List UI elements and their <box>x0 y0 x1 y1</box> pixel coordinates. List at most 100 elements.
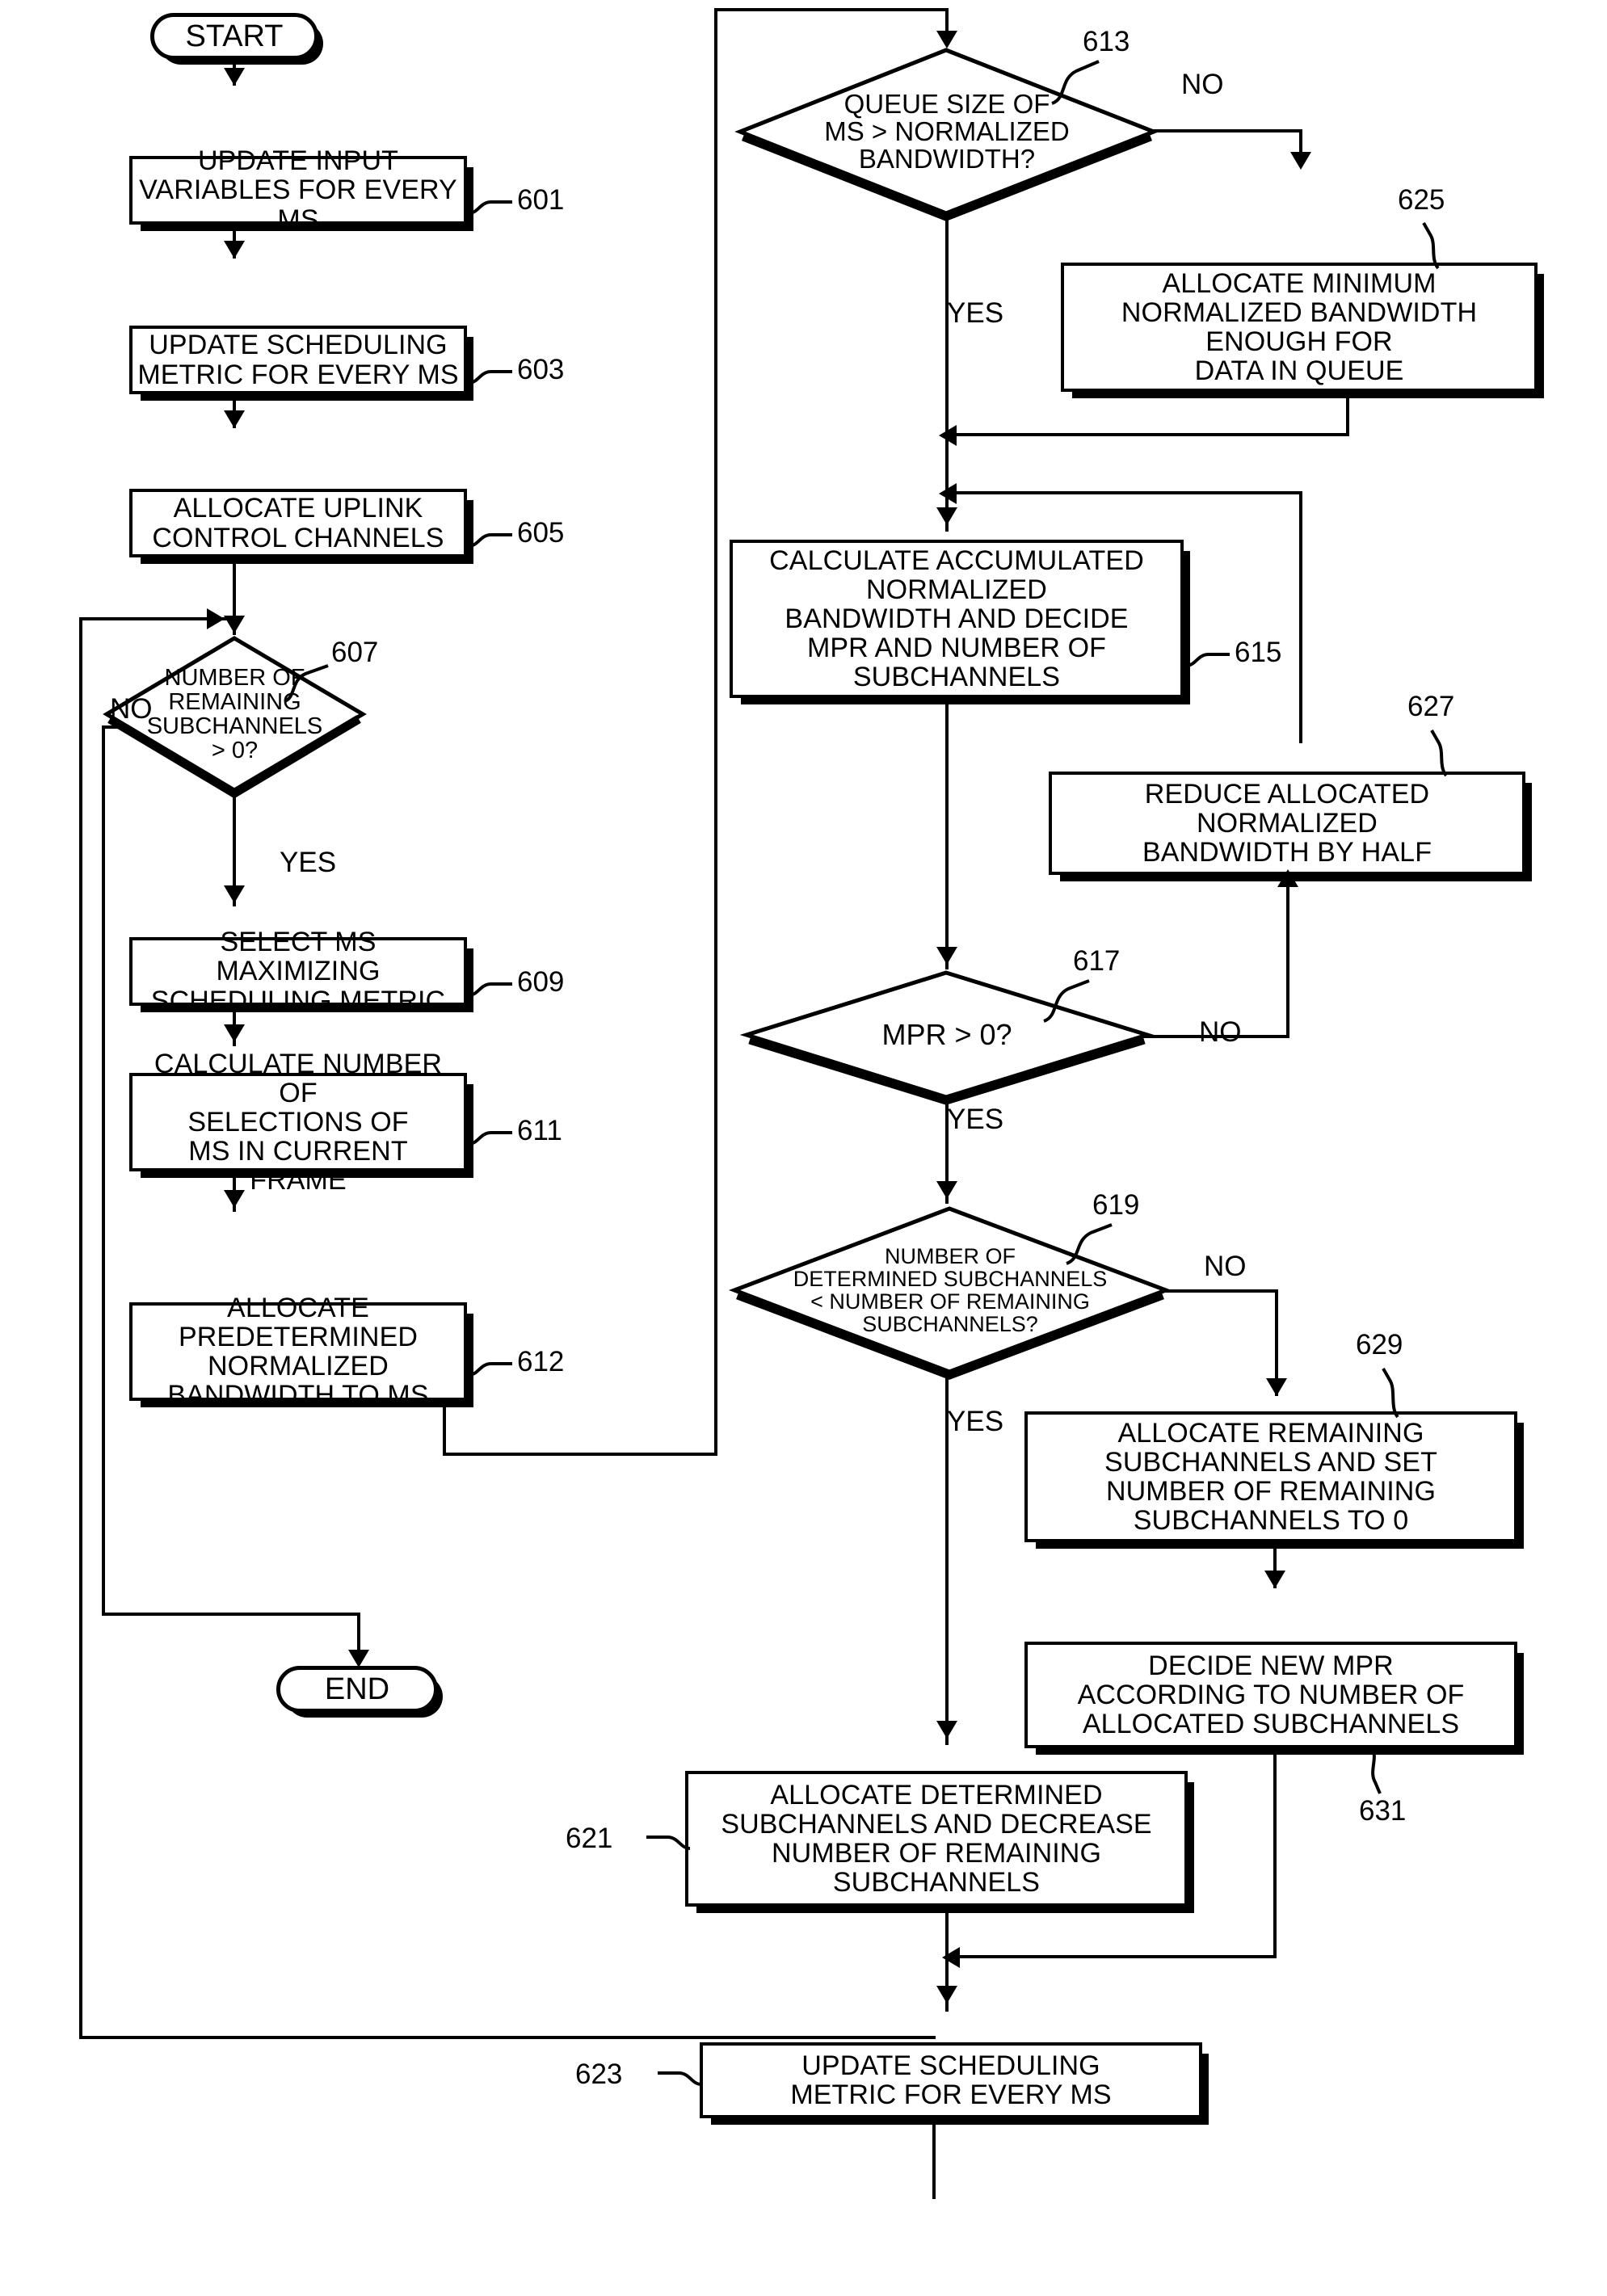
loop-return-vertical-left <box>79 617 82 2039</box>
branch-label-619-yes: YES <box>947 1406 1004 1437</box>
ref-611: 611 <box>517 1115 562 1146</box>
leader-613 <box>1050 58 1118 111</box>
node-629: ALLOCATE REMAINING SUBCHANNELS AND SET N… <box>1024 1411 1517 1542</box>
ref-621: 621 <box>566 1823 613 1854</box>
leader-625 <box>1406 220 1464 274</box>
arrowhead-621-623 <box>936 1986 957 2004</box>
node-start-label: START <box>185 19 284 53</box>
leader-607 <box>283 662 347 709</box>
node-615-label: CALCULATE ACCUMULATED NORMALIZED BANDWID… <box>769 545 1144 693</box>
node-627: REDUCE ALLOCATED NORMALIZED BANDWIDTH BY… <box>1049 772 1525 875</box>
edge-623-loop-v <box>932 2118 936 2199</box>
ref-615: 615 <box>1235 637 1282 668</box>
ref-609: 609 <box>517 966 565 998</box>
ref-627: 627 <box>1407 691 1455 722</box>
node-612-label: ALLOCATE PREDETERMINED NORMALIZED BANDWI… <box>167 1292 429 1411</box>
node-629-label: ALLOCATE REMAINING SUBCHANNELS AND SET N… <box>1104 1417 1437 1537</box>
node-627-label: REDUCE ALLOCATED NORMALIZED BANDWIDTH BY… <box>1142 778 1432 868</box>
ref-601: 601 <box>517 184 565 216</box>
flowchart-canvas: START UPDATE INPUT VARIABLES FOR EVERY M… <box>0 0 1607 2296</box>
node-615: CALCULATE ACCUMULATED NORMALIZED BANDWID… <box>730 540 1184 698</box>
branch-label-613-yes: YES <box>947 297 1004 329</box>
arrowhead-615-617 <box>936 947 957 965</box>
arrowhead-613-615 <box>936 507 957 525</box>
edge-625-join-h <box>947 433 1349 436</box>
arrowhead-619-629 <box>1266 1378 1287 1396</box>
branch-label-617-no: NO <box>1199 1016 1242 1048</box>
node-625-label: ALLOCATE MINIMUM NORMALIZED BANDWIDTH EN… <box>1121 267 1478 387</box>
branch-label-617-yes: YES <box>947 1104 1004 1135</box>
arrowhead-627-join <box>939 483 957 504</box>
edge-607-no-h2 <box>102 1613 360 1616</box>
edge-607-no-h <box>102 725 129 729</box>
branch-label-619-no: NO <box>1204 1251 1247 1282</box>
node-631: DECIDE NEW MPR ACCORDING TO NUMBER OF AL… <box>1024 1642 1517 1748</box>
edge-612-613-top <box>714 8 949 11</box>
leader-603 <box>467 364 524 392</box>
node-612: ALLOCATE PREDETERMINED NORMALIZED BANDWI… <box>129 1293 467 1410</box>
ref-613: 613 <box>1083 26 1130 57</box>
leader-631 <box>1351 1747 1409 1801</box>
node-609: SELECT MS MAXIMIZING SCHEDULING METRIC <box>129 927 467 1016</box>
leader-617 <box>1042 978 1107 1028</box>
arrowhead-607-end <box>348 1650 369 1667</box>
arrowhead-601-603 <box>224 241 245 259</box>
arrowhead-611-612 <box>224 1190 245 1208</box>
edge-612-613-v1 <box>443 1406 446 1456</box>
node-603-label: UPDATE SCHEDULING METRIC FOR EVERY MS <box>137 330 459 390</box>
ref-631: 631 <box>1359 1795 1407 1827</box>
node-611: CALCULATE NUMBER OF SELECTIONS OF MS IN … <box>129 1049 467 1195</box>
leader-609 <box>467 976 524 1004</box>
node-605: ALLOCATE UPLINK CONTROL CHANNELS <box>129 489 467 557</box>
node-631-label: DECIDE NEW MPR ACCORDING TO NUMBER OF AL… <box>1077 1650 1465 1740</box>
ref-625: 625 <box>1398 184 1445 216</box>
branch-label-613-no: NO <box>1181 69 1224 100</box>
leader-619 <box>1065 1222 1130 1271</box>
ref-607: 607 <box>331 637 379 668</box>
arrowhead-603-605 <box>224 410 245 428</box>
leader-612 <box>467 1356 524 1384</box>
node-623: UPDATE SCHEDULING METRIC FOR EVERY MS <box>700 2042 1202 2118</box>
leader-611 <box>467 1125 524 1153</box>
node-603: UPDATE SCHEDULING METRIC FOR EVERY MS <box>129 326 467 394</box>
arrowhead-617-619 <box>936 1181 957 1199</box>
node-621-label: ALLOCATE DETERMINED SUBCHANNELS AND DECR… <box>721 1779 1152 1899</box>
leader-623 <box>646 2067 703 2095</box>
ref-603: 603 <box>517 354 565 385</box>
edge-631-623-v <box>1273 1750 1277 1958</box>
node-601: UPDATE INPUT VARIABLES FOR EVERY MS <box>129 146 467 234</box>
edge-619-no-h <box>1163 1289 1278 1293</box>
arrowhead-609-611 <box>224 1024 245 1042</box>
leader-629 <box>1365 1365 1424 1423</box>
edge-625-join-v <box>1346 397 1349 436</box>
arrowhead-loop-return <box>207 608 225 629</box>
edge-612-613-v2 <box>714 8 717 1456</box>
node-611-label: CALCULATE NUMBER OF SELECTIONS OF MS IN … <box>154 1048 443 1196</box>
node-start: START <box>150 13 318 60</box>
node-623-label: UPDATE SCHEDULING METRIC FOR EVERY MS <box>790 2050 1112 2110</box>
leader-605 <box>467 527 524 555</box>
ref-617: 617 <box>1073 945 1121 977</box>
ref-619: 619 <box>1092 1189 1140 1221</box>
ref-623: 623 <box>575 2058 623 2090</box>
edge-617-no-v <box>1286 877 1289 1037</box>
node-end-label: END <box>324 1672 390 1706</box>
branch-label-607-no: NO <box>110 693 153 725</box>
edge-619-yes <box>945 1375 949 1745</box>
ref-605: 605 <box>517 517 565 549</box>
arrowhead-617-627 <box>1277 869 1298 887</box>
leader-601 <box>467 194 524 222</box>
arrowhead-612-613 <box>936 31 957 48</box>
arrowhead-629-631 <box>1264 1571 1285 1588</box>
branch-label-607-yes: YES <box>280 847 337 878</box>
node-609-label: SELECT MS MAXIMIZING SCHEDULING METRIC <box>150 927 446 1016</box>
edge-627-join-v <box>1299 491 1302 743</box>
arrowhead-607-609 <box>224 885 245 903</box>
loop-return-bottom <box>79 2036 936 2039</box>
edge-612-613-h <box>443 1453 717 1456</box>
edge-617-no-h <box>1144 1035 1289 1038</box>
node-601-label: UPDATE INPUT VARIABLES FOR EVERY MS <box>139 145 457 235</box>
ref-629: 629 <box>1356 1329 1403 1360</box>
leader-615 <box>1184 646 1241 675</box>
edge-615-617 <box>945 703 949 969</box>
